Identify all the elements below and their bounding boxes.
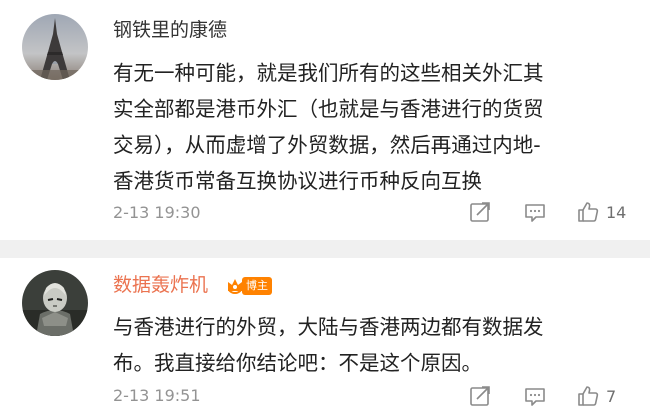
- badge-label: 博主: [242, 277, 272, 295]
- like-button[interactable]: 14: [576, 199, 626, 225]
- comment-item: 钢铁里的康德 有无一种可能，就是我们所有的这些相关外汇其 实全部都是港币外汇（也…: [0, 0, 650, 240]
- comment-icon: [525, 388, 545, 406]
- like-button[interactable]: 7: [576, 383, 616, 409]
- blogger-badge: 博主: [226, 275, 272, 297]
- reply-button[interactable]: [523, 199, 547, 225]
- like-count: 7: [606, 386, 617, 406]
- divider: [0, 240, 650, 258]
- armored-character-avatar-icon: [22, 270, 88, 336]
- share-icon: [470, 202, 490, 222]
- comment-text-line: 交易），从而虚增了外贸数据，然后再通过内地-: [113, 133, 541, 157]
- share-icon: [470, 386, 490, 406]
- timestamp: 2-13 19:51: [113, 386, 201, 405]
- avatar[interactable]: [22, 270, 88, 336]
- thumbs-up-icon: [578, 202, 599, 222]
- comment-text: 有无一种可能，就是我们所有的这些相关外汇其 实全部都是港币外汇（也就是与香港进行…: [113, 55, 638, 199]
- timestamp: 2-13 19:30: [113, 203, 201, 222]
- username[interactable]: 钢铁里的康德: [113, 18, 227, 42]
- reply-button[interactable]: [523, 383, 547, 409]
- comment-text-line: 有无一种可能，就是我们所有的这些相关外汇其: [113, 61, 544, 85]
- avatar[interactable]: [22, 14, 88, 80]
- comment-actions: 14: [460, 199, 650, 225]
- comment-icon: [525, 204, 545, 222]
- comment-item: 数据轰炸机 博主 与香港进行的外贸，大陆与香港两边都有数据发 布。我直接给你结论…: [0, 258, 650, 419]
- share-button[interactable]: [468, 383, 492, 409]
- comment-text: 与香港进行的外贸，大陆与香港两边都有数据发 布。我直接给你结论吧：不是这个原因。: [113, 309, 638, 381]
- thumbs-up-icon: [578, 386, 599, 406]
- like-count: 14: [606, 202, 627, 222]
- comment-text-line: 香港货币常备互换协议进行币种反向互换: [113, 169, 482, 193]
- comment-text-line: 实全部都是港币外汇（也就是与香港进行的货贸: [113, 97, 544, 121]
- comment-text-line: 布。我直接给你结论吧：不是这个原因。: [113, 351, 482, 375]
- eiffel-tower-avatar-icon: [22, 14, 88, 80]
- comment-text-line: 与香港进行的外贸，大陆与香港两边都有数据发: [113, 315, 544, 339]
- share-button[interactable]: [468, 199, 492, 225]
- username[interactable]: 数据轰炸机: [113, 273, 208, 297]
- comment-actions: 7: [460, 383, 650, 409]
